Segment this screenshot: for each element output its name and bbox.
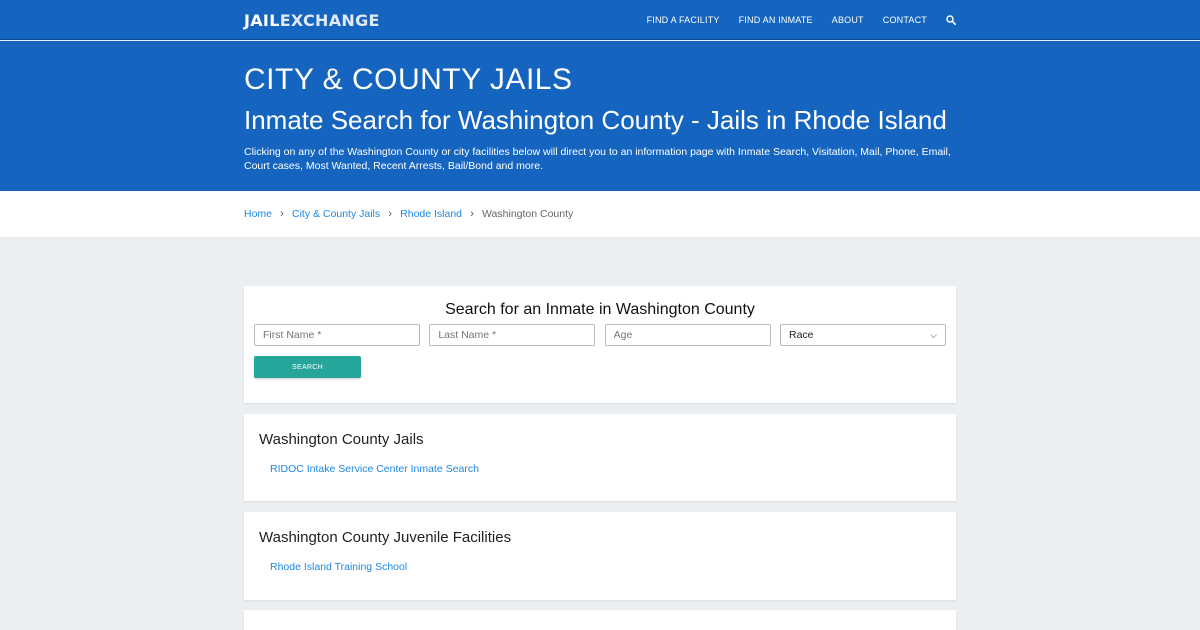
- chevron-right-icon: ›: [470, 208, 474, 220]
- first-name-input[interactable]: [254, 324, 420, 346]
- logo-text-exchange: EXCHANGE: [279, 10, 380, 30]
- page-description: Clicking on any of the Washington County…: [244, 146, 951, 172]
- facility-link-ridoc-intake[interactable]: RIDOC Intake Service Center Inmate Searc…: [270, 463, 479, 475]
- county-jails-card: Washington County Jails RIDOC Intake Ser…: [244, 414, 956, 501]
- nav-find-inmate[interactable]: FIND AN INMATE: [739, 15, 813, 25]
- search-fields: Race ⌵: [254, 324, 946, 346]
- chevron-right-icon: ›: [280, 208, 284, 220]
- chevron-down-icon: ⌵: [930, 329, 937, 340]
- page-title: CITY & COUNTY JAILS: [244, 63, 573, 96]
- breadcrumb-home[interactable]: Home: [244, 208, 272, 220]
- race-select[interactable]: Race ⌵: [779, 324, 946, 346]
- breadcrumb-rhode-island[interactable]: Rhode Island: [400, 208, 462, 220]
- page-subtitle: Inmate Search for Washington County - Ja…: [244, 105, 947, 135]
- nav-about[interactable]: ABOUT: [832, 15, 864, 25]
- next-section-card: [244, 610, 956, 630]
- breadcrumb: Home › City & County Jails › Rhode Islan…: [244, 191, 573, 237]
- search-card-title: Search for an Inmate in Washington Count…: [445, 301, 755, 318]
- race-select-value: Race: [788, 329, 814, 341]
- search-icon[interactable]: [946, 15, 956, 25]
- juvenile-facilities-card: Washington County Juvenile Facilities Rh…: [244, 512, 956, 600]
- nav-contact[interactable]: CONTACT: [883, 15, 927, 25]
- site-logo[interactable]: JAIL EXCHANGE: [244, 11, 380, 30]
- age-input[interactable]: [604, 324, 771, 346]
- hero-banner: CITY & COUNTY JAILS Inmate Search for Wa…: [0, 41, 1200, 191]
- nav-find-facility[interactable]: FIND A FACILITY: [647, 15, 720, 25]
- search-button[interactable]: SEARCH: [254, 356, 361, 378]
- chevron-right-icon: ›: [388, 208, 392, 220]
- breadcrumb-current: Washington County: [482, 208, 574, 220]
- breadcrumb-bar: Home › City & County Jails › Rhode Islan…: [0, 191, 1200, 237]
- last-name-input[interactable]: [429, 324, 596, 346]
- juvenile-facilities-heading: Washington County Juvenile Facilities: [259, 529, 512, 546]
- breadcrumb-city-county-jails[interactable]: City & County Jails: [292, 208, 380, 220]
- top-navbar: JAIL EXCHANGE FIND A FACILITY FIND AN INM…: [0, 0, 1200, 40]
- logo-text-jail: JAIL: [244, 10, 280, 30]
- inmate-search-card: Search for an Inmate in Washington Count…: [244, 286, 956, 403]
- main-nav: FIND A FACILITY FIND AN INMATE ABOUT CON…: [628, 15, 956, 25]
- county-jails-heading: Washington County Jails: [259, 431, 424, 448]
- facility-link-ri-training-school[interactable]: Rhode Island Training School: [270, 561, 407, 573]
